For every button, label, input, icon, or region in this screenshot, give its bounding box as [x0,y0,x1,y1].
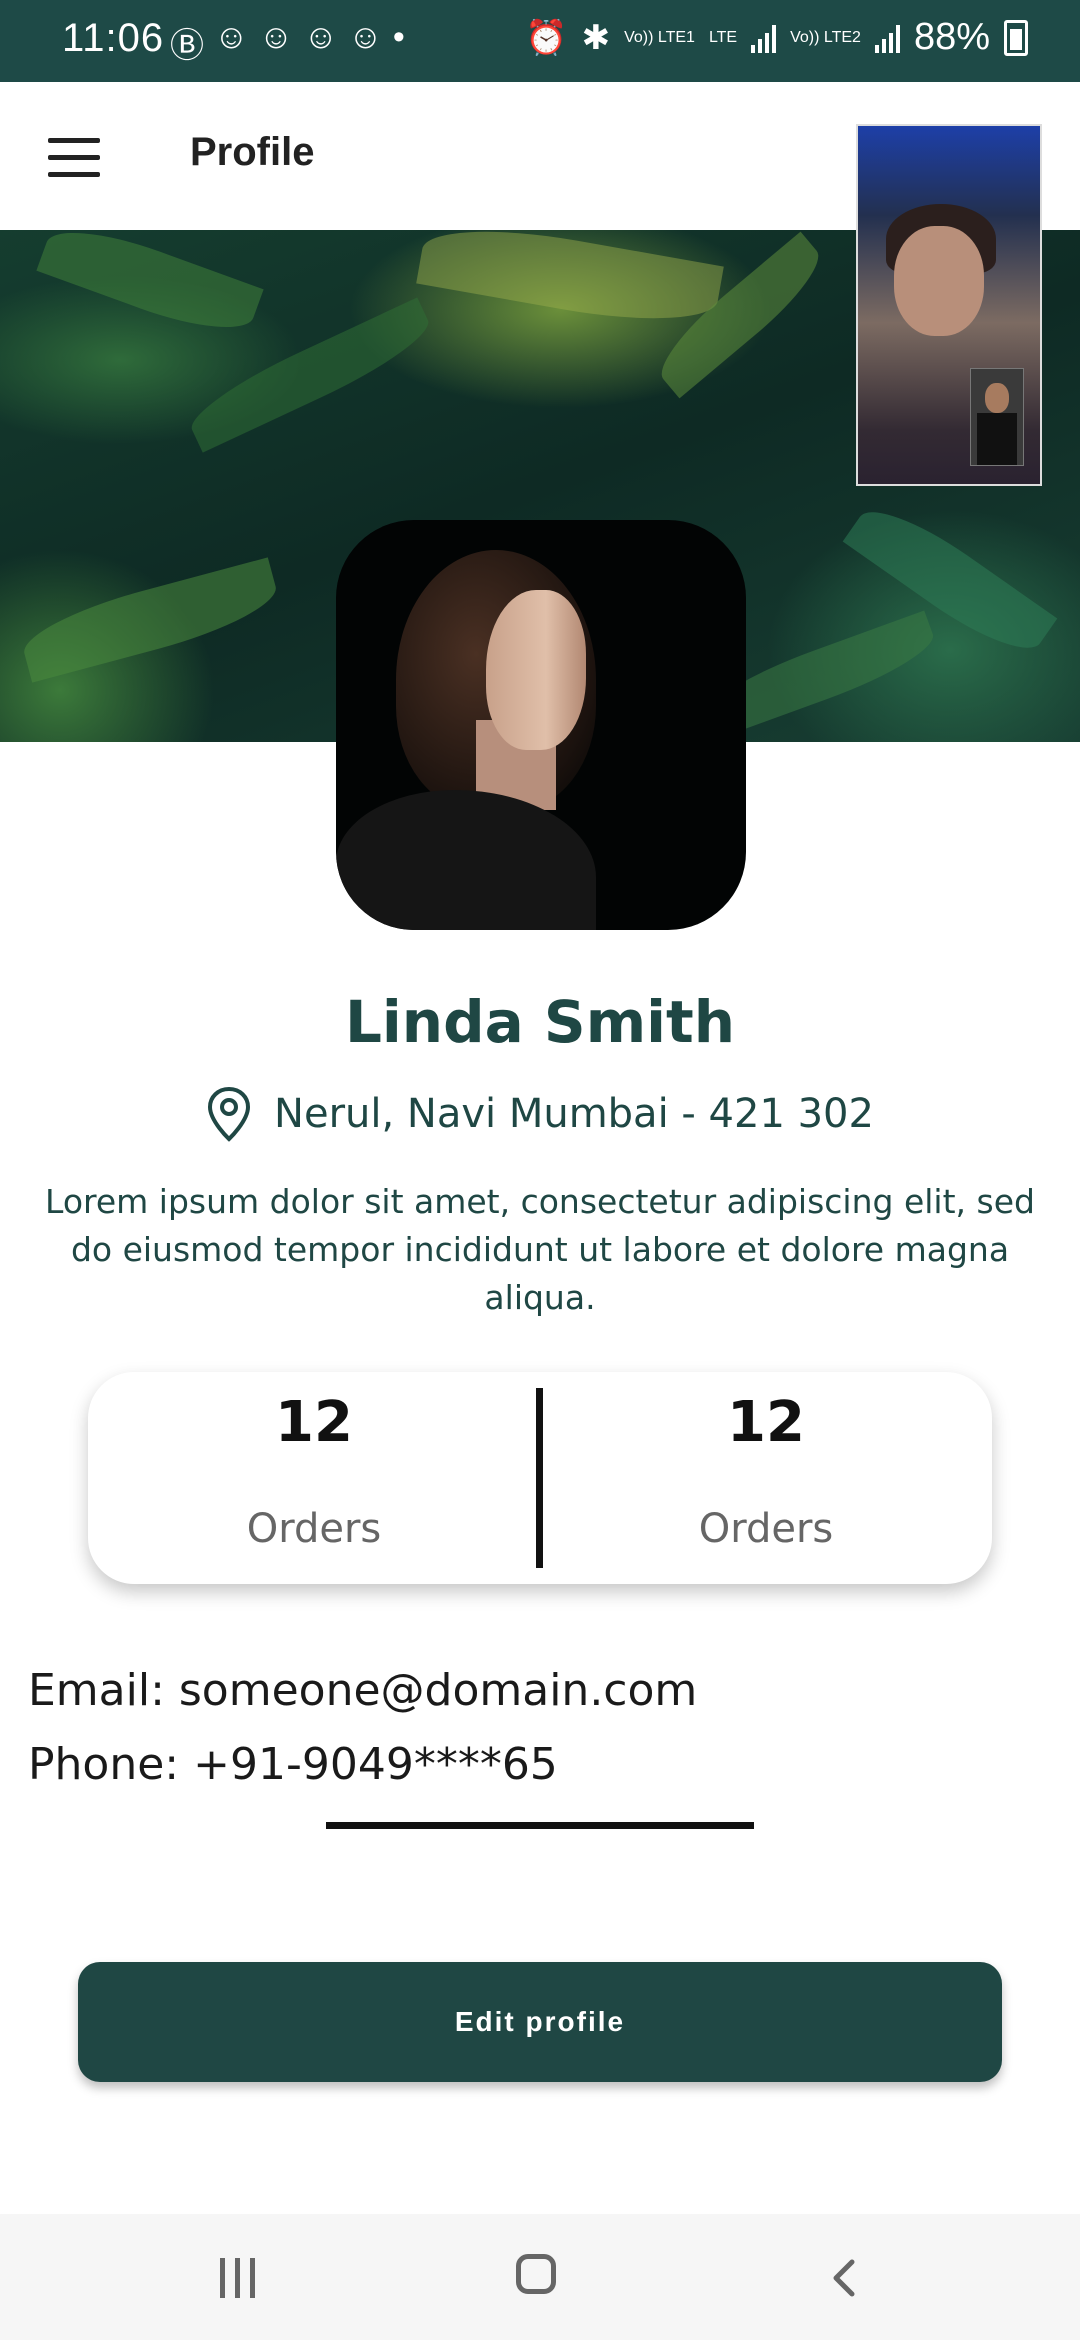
stat-value: 12 [275,1390,353,1455]
stat-label: Orders [246,1506,382,1552]
contact-info: Email: someone@domain.com Phone: +91-904… [28,1654,697,1802]
snapchat-icon: ☺ [258,18,294,56]
location-text: Nerul, Navi Mumbai - 421 302 [274,1091,874,1137]
status-bar: 11:06 Ⓑ ☺ ☺ ☺ ☺ • ⏰ ✱ Vo)) LTE1 LTE Vo))… [0,0,1080,82]
avatar [336,520,746,930]
system-nav-bar [0,2214,1080,2340]
notification-icons: Ⓑ ☺ ☺ ☺ ☺ • [170,18,405,67]
signal-icon [751,23,777,53]
stat-orders[interactable]: 12 Orders [540,1372,992,1584]
stat-label: Orders [698,1506,834,1552]
page-title: Profile [190,130,315,174]
self-video-preview[interactable] [970,368,1024,466]
b-icon: Ⓑ [170,27,204,65]
bluetooth-icon: ✱ [581,18,611,57]
snapchat-icon: ☺ [348,18,383,56]
status-time: 11:06 [62,16,165,60]
home-icon[interactable] [516,2254,556,2294]
network-label-1: Vo)) LTE1 [624,28,695,46]
edit-profile-button[interactable]: Edit profile [78,1962,1002,2082]
menu-icon[interactable] [48,138,100,178]
stat-value: 12 [727,1390,805,1455]
snapchat-icon: ☺ [303,18,339,56]
stats-card: 12 Orders 12 Orders [88,1372,992,1584]
dot-icon: • [392,18,405,56]
phone-text: Phone: +91-9049****65 [28,1739,558,1790]
location-row: Nerul, Navi Mumbai - 421 302 [0,1086,1080,1142]
signal-icon [874,23,900,53]
alarm-icon: ⏰ [525,18,568,57]
snapchat-icon: ☺ [214,18,249,56]
video-call-overlay[interactable] [856,124,1042,486]
remote-video-face [894,226,984,336]
battery-icon [1004,19,1028,56]
network-label-2: LTE [708,28,738,46]
network-label-3: Vo)) LTE2 [790,28,861,46]
divider-line [326,1822,754,1829]
system-icons: ⏰ ✱ Vo)) LTE1 LTE Vo)) LTE2 88% [525,16,1028,59]
stat-orders[interactable]: 12 Orders [88,1372,540,1584]
profile-name: Linda Smith [344,988,736,1056]
location-pin-icon [208,1086,251,1142]
battery-percent: 88% [913,16,990,58]
email-text: Email: someone@domain.com [28,1665,698,1716]
bio-text: Lorem ipsum dolor sit amet, consectetur … [45,1182,1035,1317]
recent-apps-icon[interactable] [218,2258,258,2298]
back-icon[interactable] [826,2258,866,2298]
